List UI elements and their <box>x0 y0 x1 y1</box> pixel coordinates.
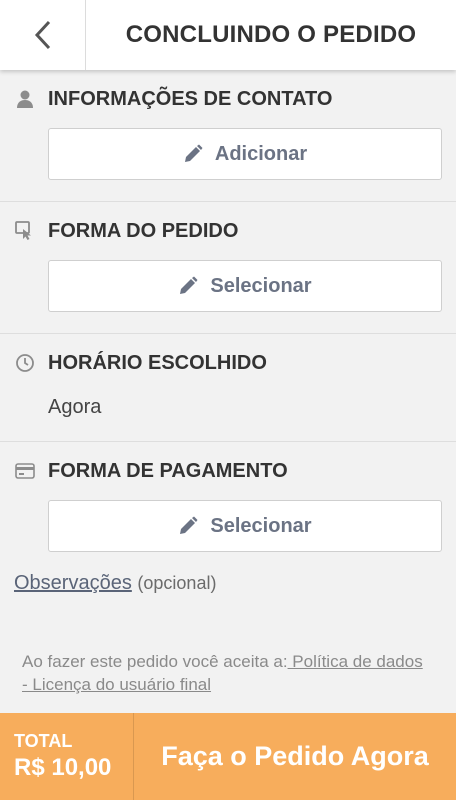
select-order-type-button[interactable]: Selecionar <box>48 260 442 312</box>
legal-intro: Ao fazer este pedido você aceita a: <box>22 652 288 671</box>
payment-section: FORMA DE PAGAMENTO Selecionar <box>0 442 456 566</box>
schedule-value: Agora <box>48 396 102 418</box>
contact-title: INFORMAÇÕES DE CONTATO <box>48 88 333 110</box>
payment-title: FORMA DE PAGAMENTO <box>48 460 288 482</box>
total-label: TOTAL <box>14 731 73 751</box>
order-type-title: FORMA DO PEDIDO <box>48 220 239 242</box>
add-contact-label: Adicionar <box>214 142 308 165</box>
back-button[interactable] <box>0 0 86 70</box>
total-box: TOTAL R$ 10,00 <box>0 713 134 800</box>
schedule-title: HORÁRIO ESCOLHIDO <box>48 352 267 374</box>
contact-section: INFORMAÇÕES DE CONTATO Adicionar <box>0 70 456 202</box>
tap-icon <box>14 220 36 242</box>
select-payment-label: Selecionar <box>210 514 312 537</box>
credit-card-icon <box>14 460 36 482</box>
order-type-section: FORMA DO PEDIDO Selecionar <box>0 202 456 334</box>
app-header: CONCLUINDO O PEDIDO <box>0 0 456 70</box>
notes-optional-label: (opcional) <box>137 573 217 593</box>
checkout-footer: TOTAL R$ 10,00 Faça o Pedido Agora <box>0 713 456 800</box>
place-order-button[interactable]: Faça o Pedido Agora <box>134 713 456 800</box>
select-payment-button[interactable]: Selecionar <box>48 500 442 552</box>
clock-icon <box>14 352 36 374</box>
chevron-left-icon <box>34 20 50 50</box>
schedule-section: HORÁRIO ESCOLHIDO Agora <box>0 334 456 442</box>
pencil-icon <box>180 516 198 534</box>
notes-link[interactable]: Observações <box>14 572 132 594</box>
total-value: R$ 10,00 <box>14 754 112 781</box>
terms-link[interactable]: - Licença do usuário final <box>22 675 211 694</box>
pencil-icon <box>184 144 203 162</box>
legal-text: Ao fazer este pedido você aceita a: Polí… <box>22 650 442 696</box>
select-order-type-label: Selecionar <box>210 274 312 297</box>
person-icon <box>14 88 36 110</box>
notes-row: Observações (opcional) <box>14 572 216 595</box>
add-contact-button[interactable]: Adicionar <box>48 128 442 180</box>
privacy-policy-link[interactable]: Política de dados <box>288 652 422 671</box>
page-title: CONCLUINDO O PEDIDO <box>125 21 417 48</box>
pencil-icon <box>180 276 198 294</box>
